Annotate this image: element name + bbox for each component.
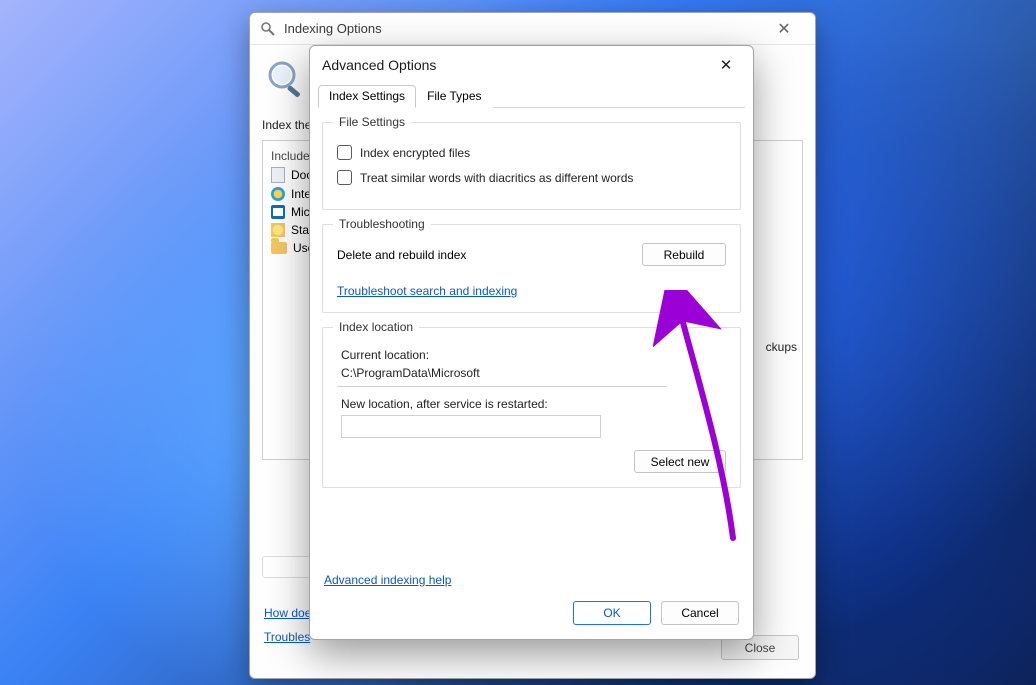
indexing-options-titlebar[interactable]: Indexing Options ✕ <box>250 13 815 45</box>
current-location-label: Current location: <box>341 348 726 362</box>
tab-file-types[interactable]: File Types <box>416 85 492 108</box>
close-icon[interactable]: ✕ <box>711 56 741 74</box>
new-location-input[interactable] <box>341 415 601 438</box>
document-icon <box>271 167 285 183</box>
group-legend: Troubleshooting <box>333 217 431 231</box>
select-new-label: Select new <box>651 455 710 469</box>
outlook-icon <box>271 205 285 219</box>
rebuild-button-label: Rebuild <box>664 248 705 262</box>
indexing-options-title: Indexing Options <box>284 21 382 36</box>
group-legend: File Settings <box>333 115 411 129</box>
current-location-value: C:\ProgramData\Microsoft <box>337 364 667 387</box>
troubleshoot-search-link[interactable]: Troubleshoot search and indexing <box>337 284 517 298</box>
group-index-location: Index location Current location: C:\Prog… <box>322 327 741 488</box>
cancel-button[interactable]: Cancel <box>661 601 739 625</box>
rebuild-button[interactable]: Rebuild <box>642 243 726 266</box>
how-does-indexing-link[interactable]: How doe <box>264 606 311 620</box>
magnifier-icon <box>266 59 308 101</box>
exclude-label-fragment: ckups <box>766 340 797 354</box>
checkbox-icon[interactable] <box>337 145 352 160</box>
list-item-label: Inte <box>291 187 311 201</box>
cancel-button-label: Cancel <box>681 606 718 620</box>
advanced-options-dialog: Advanced Options ✕ Index Settings File T… <box>309 45 754 640</box>
list-item-label: Sta <box>291 223 309 237</box>
advanced-options-title: Advanced Options <box>322 57 436 73</box>
checkbox-label: Treat similar words with diacritics as d… <box>360 171 633 185</box>
troubleshoot-link-fragment[interactable]: Troubles <box>264 630 310 644</box>
rebuild-label: Delete and rebuild index <box>337 248 466 262</box>
tab-label: Index Settings <box>329 89 405 103</box>
close-button-label: Close <box>745 641 776 655</box>
tab-index-settings[interactable]: Index Settings <box>318 85 416 108</box>
indexing-options-icon <box>260 21 276 37</box>
select-new-button[interactable]: Select new <box>634 450 726 473</box>
advanced-options-titlebar[interactable]: Advanced Options ✕ <box>310 46 753 84</box>
list-item-label: Mic <box>291 205 310 219</box>
ok-button-label: OK <box>603 606 620 620</box>
checkbox-icon[interactable] <box>337 170 352 185</box>
ie-icon <box>271 187 285 201</box>
group-legend: Index location <box>333 320 419 334</box>
advanced-indexing-help-link[interactable]: Advanced indexing help <box>324 573 451 587</box>
checkbox-label: Index encrypted files <box>360 146 470 160</box>
folder-icon <box>271 242 287 254</box>
group-troubleshooting: Troubleshooting Delete and rebuild index… <box>322 224 741 313</box>
tabs: Index Settings File Types <box>318 84 745 108</box>
checkbox-row-encrypted[interactable]: Index encrypted files <box>337 145 726 160</box>
close-icon[interactable]: ✕ <box>763 19 805 39</box>
group-file-settings: File Settings Index encrypted files Trea… <box>322 122 741 210</box>
checkbox-row-diacritics[interactable]: Treat similar words with diacritics as d… <box>337 170 726 185</box>
ok-button[interactable]: OK <box>573 601 651 625</box>
new-location-label: New location, after service is restarted… <box>341 397 726 411</box>
favorites-icon <box>271 223 285 237</box>
tab-label: File Types <box>427 89 481 103</box>
